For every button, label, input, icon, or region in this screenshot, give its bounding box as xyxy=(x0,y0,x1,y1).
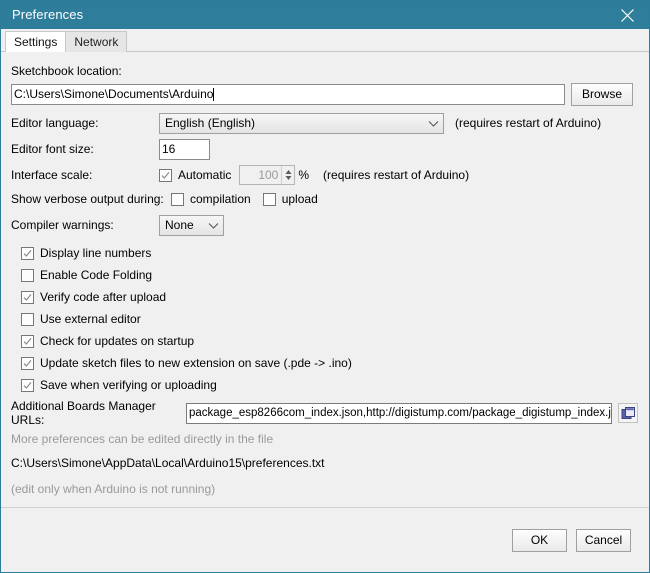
editor-font-size-label: Editor font size: xyxy=(11,142,159,156)
checkbox-row-enable-code-folding[interactable]: Enable Code Folding xyxy=(21,264,639,286)
window-title: Preferences xyxy=(12,1,83,29)
preferences-path-row: C:\Users\Simone\AppData\Local\Arduino15\… xyxy=(11,453,639,473)
checkbox-row-save-when-verifying[interactable]: Save when verifying or uploading xyxy=(21,374,639,396)
cancel-button-label: Cancel xyxy=(585,533,622,547)
interface-scale-row: Interface scale: Automatic 100 % (requir… xyxy=(11,164,639,186)
editor-language-note: (requires restart of Arduino) xyxy=(455,116,601,130)
checkbox-label: Use external editor xyxy=(40,312,141,326)
interface-scale-stepper[interactable]: 100 xyxy=(239,165,295,185)
editor-font-size-input[interactable]: 16 xyxy=(159,139,210,160)
verbose-compilation-label: compilation xyxy=(190,192,251,206)
checkbox-display-line-numbers[interactable] xyxy=(21,247,34,260)
checkbox-label: Display line numbers xyxy=(40,246,151,260)
ok-button-label: OK xyxy=(531,533,548,547)
checkbox-label: Update sketch files to new extension on … xyxy=(40,356,352,370)
edit-warning: (edit only when Arduino is not running) xyxy=(11,482,215,496)
checkbox-label: Enable Code Folding xyxy=(40,268,152,282)
tab-network[interactable]: Network xyxy=(65,31,127,52)
chevron-down-icon xyxy=(428,120,439,127)
more-preferences-note-row: More preferences can be edited directly … xyxy=(11,429,639,449)
preferences-window: Preferences Settings Network Sketchbook … xyxy=(0,0,650,573)
interface-scale-automatic-checkbox-row[interactable]: Automatic xyxy=(159,165,231,186)
compiler-warnings-label: Compiler warnings: xyxy=(11,218,159,232)
verbose-upload-checkbox-row[interactable]: upload xyxy=(263,189,318,210)
editor-language-label: Editor language: xyxy=(11,116,159,130)
tab-settings[interactable]: Settings xyxy=(5,31,66,52)
compiler-warnings-value: None xyxy=(165,218,194,232)
chevron-down-icon xyxy=(208,222,219,229)
preferences-path: C:\Users\Simone\AppData\Local\Arduino15\… xyxy=(11,456,325,470)
checkbox-row-verify-code-after-upload[interactable]: Verify code after upload xyxy=(21,286,639,308)
checkbox-row-update-sketch-files[interactable]: Update sketch files to new extension on … xyxy=(21,352,639,374)
tab-settings-label: Settings xyxy=(14,35,57,49)
checkbox-label: Save when verifying or uploading xyxy=(40,378,217,392)
browse-button-label: Browse xyxy=(582,87,622,101)
checkbox-compilation[interactable] xyxy=(171,193,184,206)
checkbox-label: Check for updates on startup xyxy=(40,334,194,348)
checkbox-upload[interactable] xyxy=(263,193,276,206)
checkbox-row-check-for-updates-on-startup[interactable]: Check for updates on startup xyxy=(21,330,639,352)
dialog-footer: OK Cancel xyxy=(1,507,649,572)
checkbox-label: Verify code after upload xyxy=(40,290,166,304)
sketchbook-path-row: C:\Users\Simone\Documents\Arduino Browse xyxy=(11,83,639,106)
text-caret xyxy=(213,88,214,101)
editor-language-row: Editor language: English (English) (requ… xyxy=(11,112,639,134)
interface-scale-label: Interface scale: xyxy=(11,168,159,182)
browse-button[interactable]: Browse xyxy=(571,83,633,106)
verbose-output-row: Show verbose output during: compilation … xyxy=(11,188,639,210)
stepper-arrows-icon[interactable] xyxy=(281,166,294,184)
verbose-upload-label: upload xyxy=(282,192,318,206)
preferences-checkbox-list: Display line numbers Enable Code Folding… xyxy=(21,242,639,396)
compiler-warnings-row: Compiler warnings: None xyxy=(11,214,639,236)
title-bar: Preferences xyxy=(1,1,649,29)
settings-panel: Sketchbook location: C:\Users\Simone\Doc… xyxy=(1,52,649,507)
sketchbook-path-input[interactable]: C:\Users\Simone\Documents\Arduino xyxy=(11,84,565,105)
boards-manager-urls-row: Additional Boards Manager URLs: package_… xyxy=(11,402,639,424)
verbose-compilation-checkbox-row[interactable]: compilation xyxy=(171,189,251,210)
sketchbook-location-row: Sketchbook location: xyxy=(11,60,639,82)
checkbox-row-display-line-numbers[interactable]: Display line numbers xyxy=(21,242,639,264)
checkbox-automatic[interactable] xyxy=(159,169,172,182)
close-icon[interactable] xyxy=(605,1,649,29)
ok-button[interactable]: OK xyxy=(512,529,567,552)
expand-window-icon[interactable] xyxy=(618,403,638,423)
cancel-button[interactable]: Cancel xyxy=(576,529,631,552)
verbose-output-label: Show verbose output during: xyxy=(11,192,171,206)
interface-scale-value: 100 xyxy=(240,166,281,184)
sketchbook-location-label: Sketchbook location: xyxy=(11,64,122,78)
editor-font-size-row: Editor font size: 16 xyxy=(11,138,639,160)
boards-manager-urls-input[interactable]: package_esp8266com_index.json,http://dig… xyxy=(186,403,612,424)
tab-strip: Settings Network xyxy=(1,29,649,52)
editor-language-value: English (English) xyxy=(165,116,255,130)
checkbox-row-use-external-editor[interactable]: Use external editor xyxy=(21,308,639,330)
more-preferences-note: More preferences can be edited directly … xyxy=(11,432,273,446)
checkbox-verify-code-after-upload[interactable] xyxy=(21,291,34,304)
checkbox-use-external-editor[interactable] xyxy=(21,313,34,326)
interface-scale-percent: % xyxy=(298,168,309,182)
edit-warning-row: (edit only when Arduino is not running) xyxy=(11,479,639,499)
checkbox-update-sketch-files[interactable] xyxy=(21,357,34,370)
interface-scale-note: (requires restart of Arduino) xyxy=(323,168,469,182)
compiler-warnings-select[interactable]: None xyxy=(159,215,224,236)
editor-font-size-value: 16 xyxy=(162,140,175,159)
boards-manager-urls-value: package_esp8266com_index.json,http://dig… xyxy=(189,404,612,423)
checkbox-check-for-updates-on-startup[interactable] xyxy=(21,335,34,348)
interface-scale-automatic-label: Automatic xyxy=(178,168,231,182)
sketchbook-path-value: C:\Users\Simone\Documents\Arduino xyxy=(14,85,213,104)
tab-network-label: Network xyxy=(74,35,118,49)
checkbox-save-when-verifying[interactable] xyxy=(21,379,34,392)
boards-manager-urls-label: Additional Boards Manager URLs: xyxy=(11,399,186,427)
editor-language-select[interactable]: English (English) xyxy=(159,113,444,134)
checkbox-enable-code-folding[interactable] xyxy=(21,269,34,282)
